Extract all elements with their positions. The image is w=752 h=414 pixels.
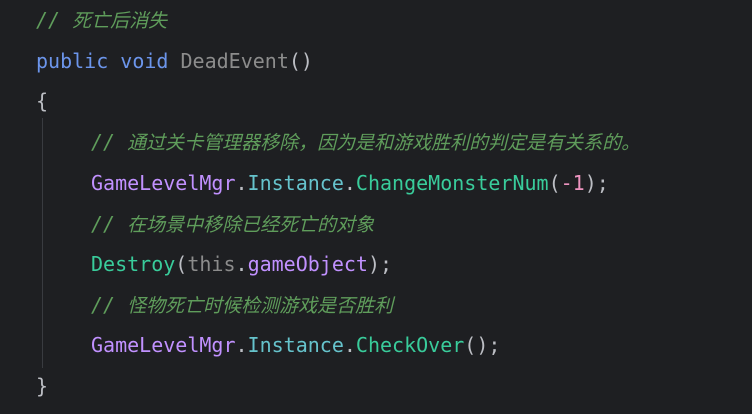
property-instance: Instance [247,171,344,195]
keyword-this: this [187,252,236,276]
code-line-10-close-brace: } [0,366,48,406]
comment-text: 怪物死亡时候检测游戏是否胜利 [127,295,394,317]
code-line-3-open-brace: { [0,81,48,121]
code-line-6-comment: // 在场景中移除已经死亡的对象 [0,204,374,244]
code-line-2-method-declaration: public void DeadEvent() [0,41,313,81]
dot: . [235,333,248,357]
comment-text: 死亡后消失 [72,10,168,32]
open-paren: ( [548,171,561,195]
code-line-9-check-over: GameLevelMgr.Instance.CheckOver(); [0,325,500,365]
method-name: DeadEvent [180,49,289,73]
close-paren-semicolon: ); [584,171,609,195]
method-call: CheckOver [355,333,465,357]
comment-text: 通过关卡管理器移除，因为是和游戏胜利的判定是有关系的。 [127,132,641,154]
code-line-8-comment: // 怪物死亡时候检测游戏是否胜利 [0,285,393,325]
comment-mark: // [91,130,116,154]
keyword-void: void [120,49,169,73]
method-call: Destroy [91,252,176,276]
dot: . [343,333,356,357]
dot: . [235,171,248,195]
dot: . [343,171,356,195]
code-editor[interactable]: // 死亡后消失 public void DeadEvent() { // 通过… [0,0,752,414]
code-line-7-destroy: Destroy(this.gameObject); [0,244,392,284]
method-call: ChangeMonsterNum [355,171,549,195]
class-name: GameLevelMgr [91,171,236,195]
number-literal: -1 [560,171,585,195]
open-paren: ( [175,252,188,276]
code-line-5-change-monster-num: GameLevelMgr.Instance.ChangeMonsterNum(-… [0,163,609,203]
close-paren-semicolon: (); [464,333,501,357]
field-name: gameObject [247,252,368,276]
open-brace: { [36,89,49,113]
close-paren-semicolon: ); [367,252,393,276]
code-line-4-comment: // 通过关卡管理器移除，因为是和游戏胜利的判定是有关系的。 [0,122,640,162]
keyword-public: public [36,49,109,73]
comment-text: 在场景中移除已经死亡的对象 [127,214,375,236]
comment-mark: // [91,212,116,236]
code-line-1-comment: // 死亡后消失 [0,0,167,40]
parens: () [288,49,313,73]
comment-mark: // [36,8,61,32]
class-name: GameLevelMgr [91,333,236,357]
property-instance: Instance [247,333,344,357]
close-brace: } [36,374,49,398]
dot: . [235,252,248,276]
comment-mark: // [91,293,116,317]
